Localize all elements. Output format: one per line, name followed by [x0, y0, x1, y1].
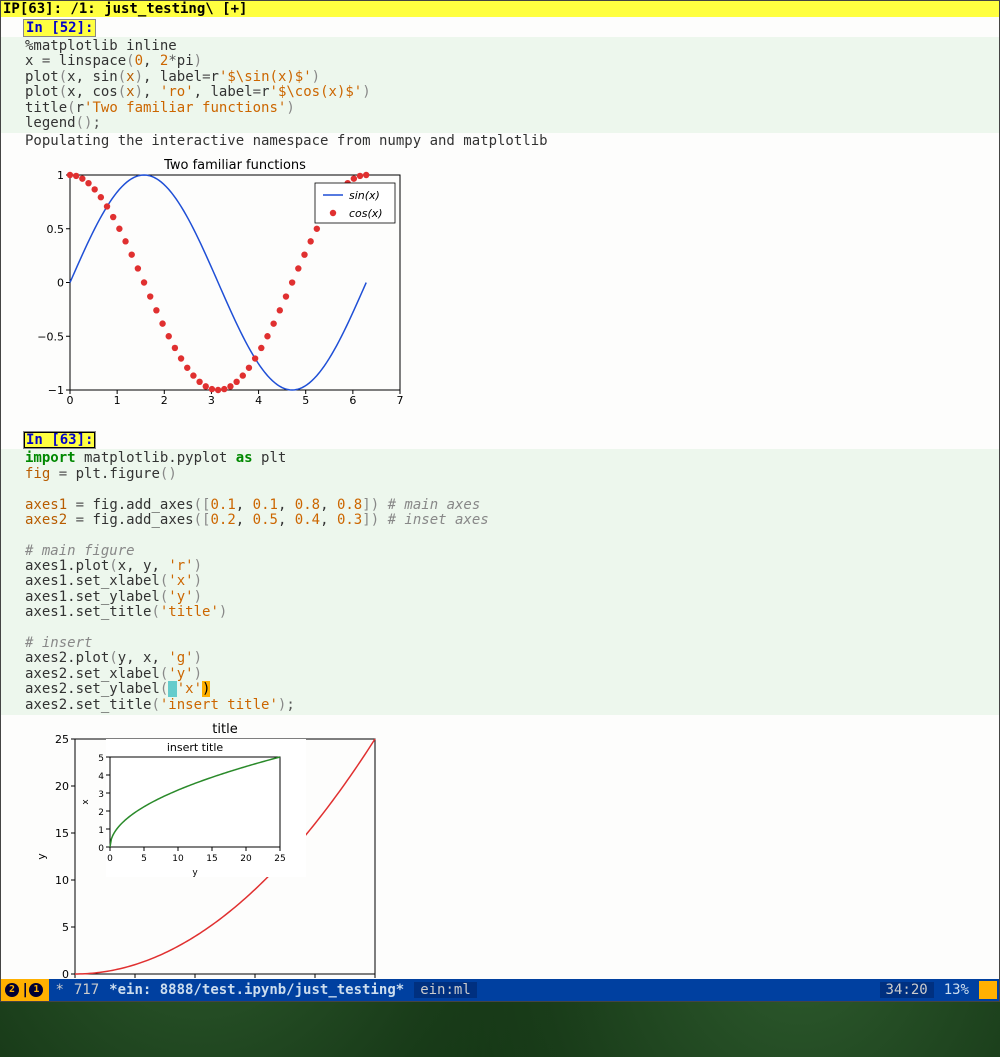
- svg-text:4: 4: [98, 772, 104, 782]
- svg-text:2: 2: [98, 808, 104, 818]
- svg-text:3: 3: [208, 394, 215, 407]
- chart-title-inset: 0123450510152025titlexy0510152025012345i…: [25, 719, 395, 1001]
- svg-text:20: 20: [55, 780, 69, 793]
- svg-text:10: 10: [55, 874, 69, 887]
- svg-text:20: 20: [240, 854, 252, 864]
- svg-text:0: 0: [98, 844, 104, 854]
- chart-two-familiar-functions: 0 1 2 3 4 5 6 7 −1 −0.5 0 0.5 1 Two familiar function…: [25, 155, 410, 419]
- svg-text:15: 15: [55, 827, 69, 840]
- status-badge-a: 2: [5, 983, 19, 997]
- svg-text:y: y: [192, 868, 198, 878]
- svg-text:5: 5: [141, 854, 147, 864]
- window-title: IP[63]: /1: just_testing\ [+]: [3, 1, 247, 17]
- svg-text:15: 15: [206, 854, 217, 864]
- svg-text:5: 5: [62, 921, 69, 934]
- status-end-block: [979, 981, 997, 999]
- svg-text:1: 1: [98, 826, 104, 836]
- cell-prompt-63[interactable]: In [63]:: [23, 431, 96, 449]
- cell-prompt-52[interactable]: In [52]:: [23, 19, 96, 37]
- status-asterisk: *: [55, 982, 63, 998]
- notebook-content[interactable]: In [52]: %matplotlib inline x = linspace…: [1, 17, 999, 1001]
- window-title-bar: IP[63]: /1: just_testing\ [+]: [1, 1, 999, 17]
- status-file: *ein: 8888/test.ipynb/just_testing*: [109, 982, 404, 998]
- svg-text:0: 0: [57, 277, 64, 290]
- svg-text:insert title: insert title: [167, 741, 224, 754]
- status-badge-b: 1: [29, 983, 43, 997]
- svg-text:4: 4: [255, 394, 262, 407]
- svg-text:7: 7: [397, 394, 404, 407]
- cell-52-stdout: Populating the interactive namespace fro…: [1, 133, 999, 149]
- svg-text:6: 6: [349, 394, 356, 407]
- svg-text:x: x: [81, 799, 91, 805]
- status-indicator: 2 | 1: [1, 979, 49, 1001]
- svg-text:25: 25: [55, 733, 69, 746]
- svg-text:5: 5: [302, 394, 309, 407]
- editor-window: IP[63]: /1: just_testing\ [+] In [52]: %…: [0, 0, 1000, 1002]
- svg-text:1: 1: [57, 169, 64, 182]
- svg-text:0: 0: [67, 394, 74, 407]
- status-bar: 2 | 1 * 717 *ein: 8888/test.ipynb/just_t…: [1, 979, 999, 1001]
- status-mode: ein:ml: [414, 982, 477, 998]
- status-num: 717: [74, 982, 99, 998]
- svg-text:title: title: [212, 722, 237, 737]
- svg-text:25: 25: [274, 854, 285, 864]
- cell-52-code[interactable]: %matplotlib inline x = linspace(0, 2*pi)…: [1, 37, 999, 133]
- svg-text:−1: −1: [48, 384, 64, 397]
- svg-text:−0.5: −0.5: [37, 331, 64, 344]
- svg-text:10: 10: [172, 854, 184, 864]
- cell-63-code[interactable]: import matplotlib.pyplot as plt fig = pl…: [1, 449, 999, 715]
- svg-text:y: y: [35, 853, 48, 860]
- svg-text:sin(x): sin(x): [349, 189, 380, 202]
- svg-text:3: 3: [98, 790, 104, 800]
- status-percent: 13%: [944, 982, 969, 998]
- svg-text:Two familiar functions: Two familiar functions: [163, 158, 306, 173]
- svg-text:cos(x): cos(x): [349, 207, 383, 220]
- svg-text:0.5: 0.5: [47, 223, 65, 236]
- status-sep: |: [21, 982, 29, 998]
- svg-text:1: 1: [114, 394, 121, 407]
- svg-text:5: 5: [98, 754, 104, 764]
- status-position: 34:20: [880, 982, 934, 998]
- svg-text:0: 0: [107, 854, 113, 864]
- svg-text:2: 2: [161, 394, 168, 407]
